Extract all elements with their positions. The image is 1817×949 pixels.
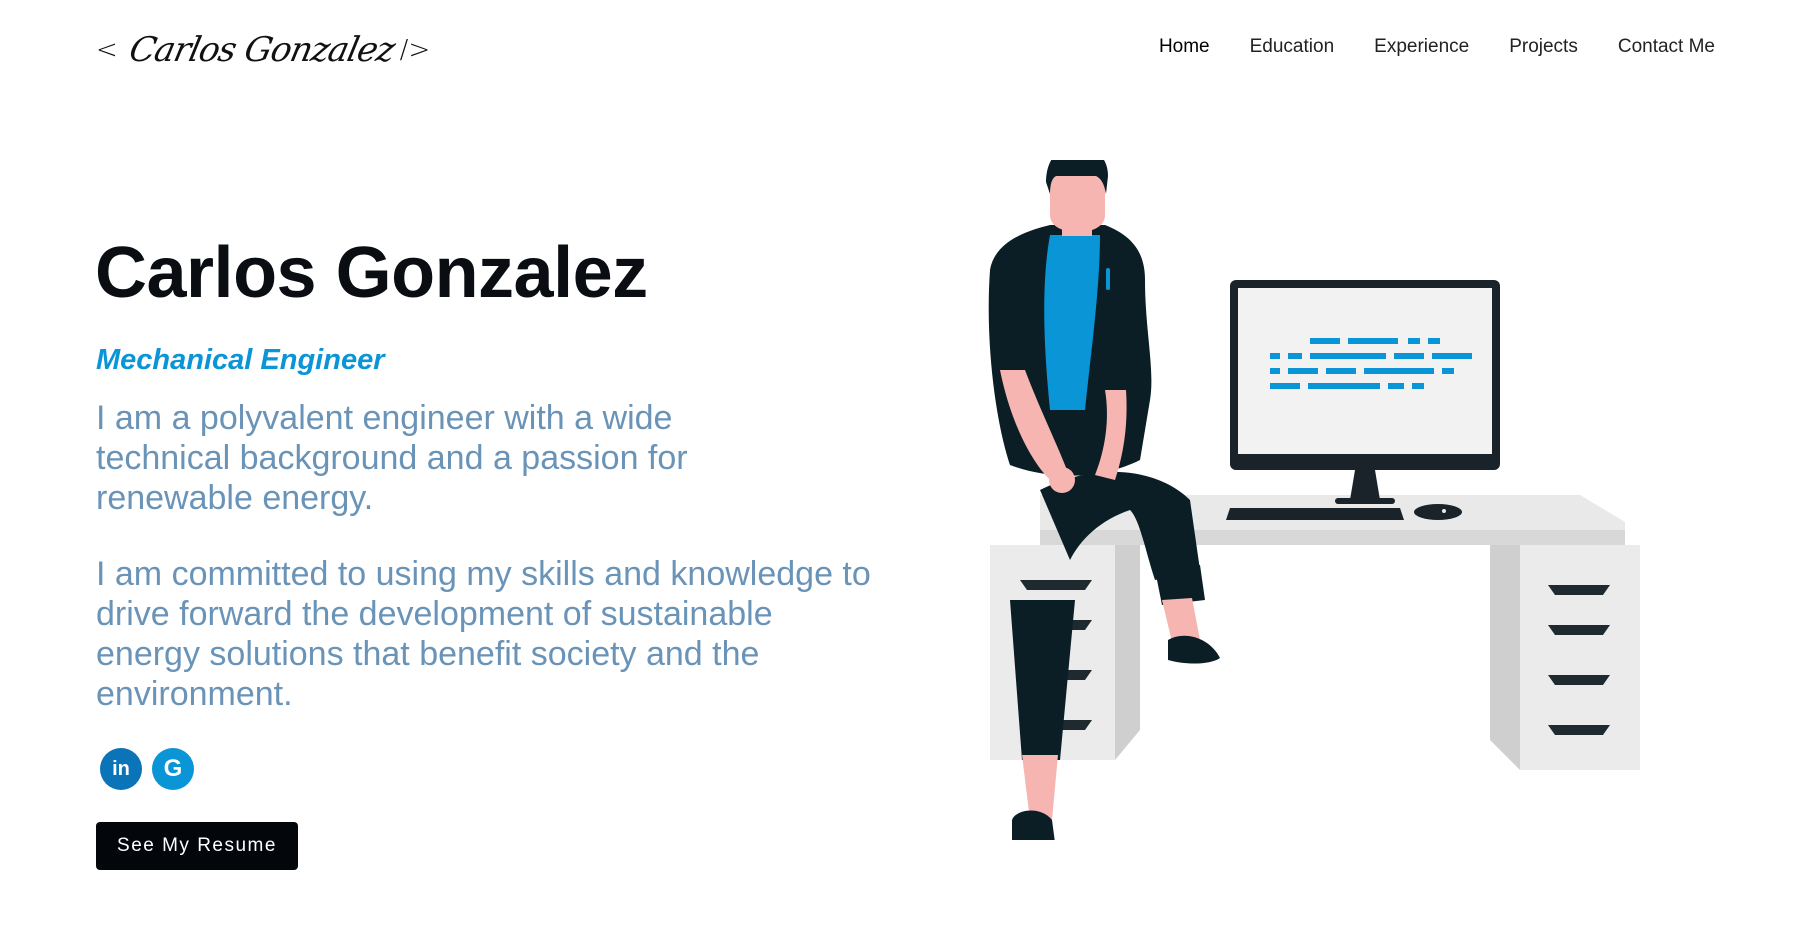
hero-role: Mechanical Engineer — [96, 344, 385, 376]
logo-close-bracket: /> — [399, 35, 431, 65]
hero-intro-paragraph: I am a polyvalent engineer with a wide t… — [96, 399, 688, 517]
person-back-ankle — [1022, 755, 1058, 820]
left-cabinet-side — [1115, 545, 1140, 760]
main-nav: Home Education Experience Projects Conta… — [1119, 36, 1715, 58]
person-left-hand — [1049, 467, 1075, 493]
nav-experience[interactable]: Experience — [1374, 36, 1469, 58]
logo-open-bracket: < — [96, 35, 118, 65]
person-pen — [1106, 268, 1110, 290]
right-cabinet-side — [1490, 545, 1520, 770]
hero-mission-paragraph: I am committed to using my skills and kn… — [96, 555, 871, 713]
portfolio-page: < Carlos Gonzalez /> Home Education Expe… — [0, 0, 1817, 949]
keyboard — [1226, 508, 1404, 520]
desk-edge — [1040, 530, 1625, 545]
monitor-base — [1335, 498, 1395, 504]
right-cabinet — [1520, 545, 1640, 770]
nav-contact-me[interactable]: Contact Me — [1618, 36, 1715, 58]
person-front-shoe — [1168, 635, 1220, 664]
monitor-stand — [1350, 470, 1380, 500]
mouse-dot — [1442, 509, 1446, 513]
nav-education[interactable]: Education — [1250, 36, 1335, 58]
linkedin-icon[interactable]: in — [100, 748, 142, 790]
logo-signature: Carlos Gonzalez — [125, 30, 398, 70]
google-icon[interactable]: G — [152, 748, 194, 790]
mouse — [1414, 504, 1462, 520]
nav-projects[interactable]: Projects — [1509, 36, 1578, 58]
site-logo[interactable]: < Carlos Gonzalez /> — [96, 22, 430, 78]
see-resume-button[interactable]: See My Resume — [96, 822, 298, 870]
hero-name: Carlos Gonzalez — [95, 233, 648, 313]
nav-home[interactable]: Home — [1159, 36, 1210, 58]
person-front-ankle — [1162, 598, 1200, 642]
social-links: in G — [100, 748, 194, 790]
developer-desk-illustration — [988, 160, 1640, 840]
